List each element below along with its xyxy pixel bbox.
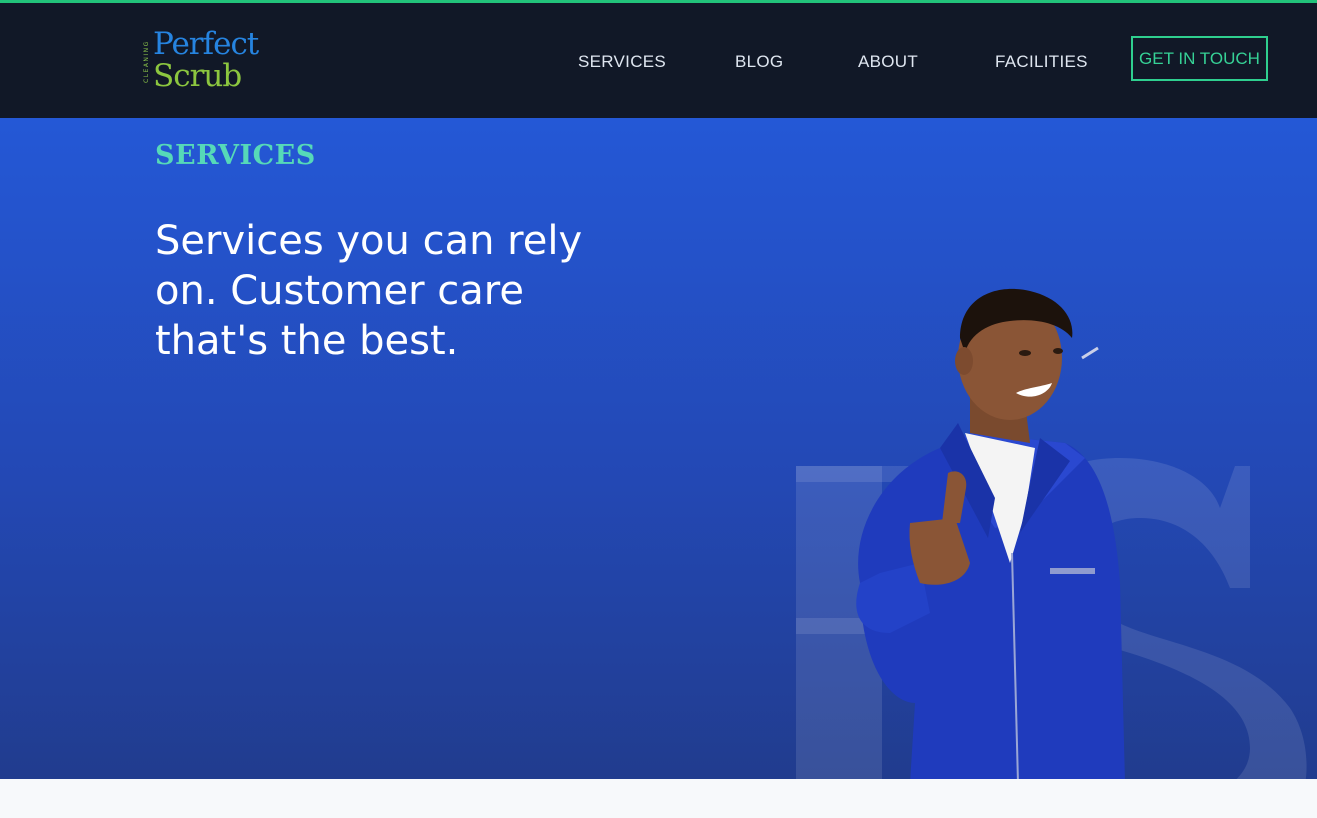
nav-link-facilities[interactable]: FACILITIES (995, 51, 1088, 73)
logo-word-scrub: Scrub (153, 58, 242, 94)
logo-word-perfect: Perfect (153, 26, 259, 62)
nav-link-about[interactable]: ABOUT (858, 51, 918, 73)
hero-section: SERVICES Services you can rely on. Custo… (0, 118, 1317, 779)
logo-tagline: CLEANING (143, 40, 150, 84)
nav-link-services[interactable]: SERVICES (578, 51, 666, 73)
hero-eyebrow: SERVICES (155, 140, 316, 171)
content-below-hero (0, 779, 1317, 818)
get-in-touch-button[interactable]: GET IN TOUCH (1131, 36, 1268, 81)
hero-headline: Services you can rely on. Customer care … (155, 218, 583, 364)
cleaner-thumbs-up-image (856, 288, 1125, 779)
brand-logo[interactable]: CLEANING Perfect Scrub (143, 26, 283, 97)
nav-link-blog[interactable]: BLOG (735, 51, 783, 73)
site-header: CLEANING Perfect Scrub SERVICES BLOG ABO… (0, 3, 1317, 118)
